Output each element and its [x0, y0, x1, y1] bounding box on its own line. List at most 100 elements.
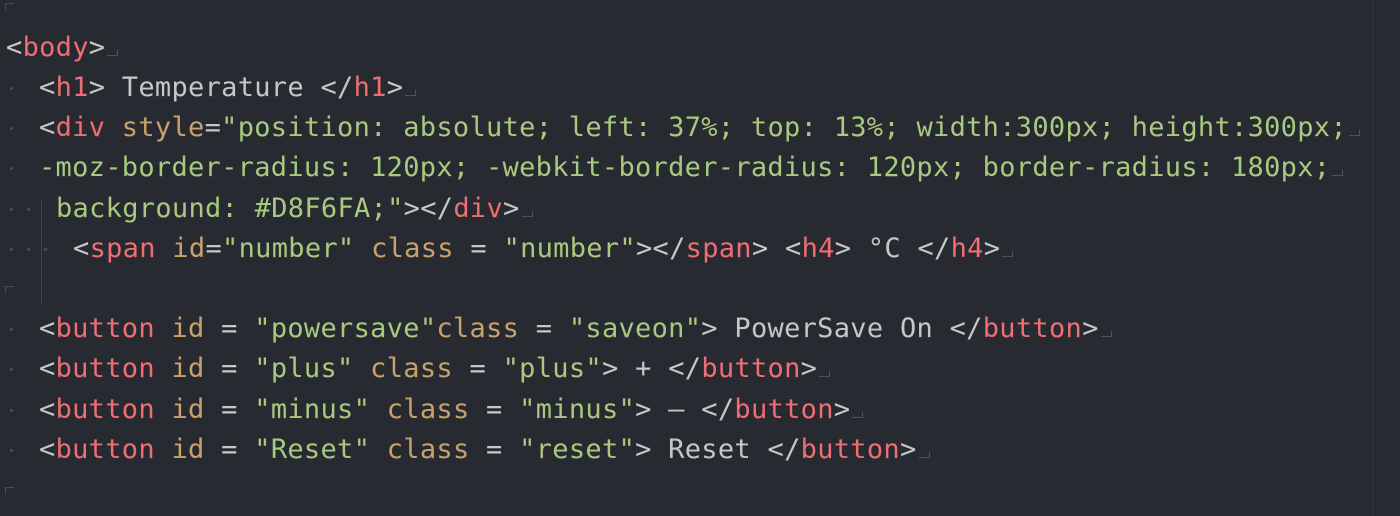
punctuation: >: [503, 193, 520, 224]
text-content: [156, 233, 173, 264]
code-line[interactable]: -moz-border-radius: 120px; -webkit-borde…: [39, 148, 1344, 188]
text-content: [768, 233, 785, 264]
whitespace-dot-icon: [10, 87, 13, 90]
punctuation: <: [39, 394, 56, 425]
indent-guide: [41, 200, 42, 304]
code-line[interactable]: <button id = "minus" class = "minus"> – …: [39, 390, 864, 430]
attribute-name: class: [370, 353, 453, 384]
line-end-marker-icon: [1348, 130, 1360, 138]
line-end-marker-icon: [521, 211, 533, 219]
whitespace-dot-icon: [27, 208, 30, 211]
punctuation: =: [204, 434, 255, 465]
attribute-name: id: [171, 353, 205, 384]
line-end-marker-icon: [107, 50, 119, 58]
punctuation: </: [949, 313, 983, 344]
string-value: "plus": [254, 353, 354, 384]
tag-name: h4: [950, 233, 984, 264]
code-line[interactable]: <button id = "Reset" class = "reset"> Re…: [39, 430, 930, 470]
punctuation: </: [701, 394, 735, 425]
punctuation: =: [204, 112, 222, 143]
punctuation: >: [701, 313, 718, 344]
text-content: [155, 394, 172, 425]
whitespace-dot-icon: [44, 248, 47, 251]
punctuation: ></: [403, 193, 454, 224]
text-content: [155, 434, 172, 465]
punctuation: =: [453, 233, 504, 264]
punctuation: >: [1082, 313, 1099, 344]
punctuation: >: [983, 233, 1001, 264]
text-content: Temperature: [105, 72, 321, 103]
whitespace-dot-icon: [10, 167, 13, 170]
text-content: Reset: [651, 434, 768, 465]
tag-name: h1: [55, 72, 89, 103]
tag-name: h1: [353, 72, 387, 103]
punctuation: =: [204, 394, 255, 425]
punctuation: >: [635, 394, 652, 425]
attribute-name: id: [171, 313, 205, 344]
line-end-marker-icon: [1332, 170, 1344, 178]
line-end-marker-icon: [819, 371, 831, 379]
string-value: background: #D8F6FA;": [56, 193, 404, 224]
attribute-name: class: [386, 434, 470, 465]
string-value: "number": [503, 233, 636, 264]
text-content: [355, 233, 372, 264]
attribute-name: style: [121, 112, 205, 143]
tag-name: button: [55, 394, 155, 425]
attribute-name: id: [172, 233, 206, 264]
punctuation: =: [204, 313, 255, 344]
punctuation: =: [519, 313, 569, 344]
punctuation: =: [204, 353, 255, 384]
punctuation: </: [917, 233, 951, 264]
code-line[interactable]: <h1> Temperature </h1>: [39, 68, 417, 108]
string-value: "powersave": [254, 313, 437, 344]
string-value: "minus": [519, 394, 636, 425]
tag-name: button: [55, 434, 155, 465]
right-margin-rule: [1372, 0, 1373, 516]
code-line[interactable]: <button id = "plus" class = "plus"> + </…: [39, 349, 831, 389]
code-line[interactable]: <span id="number" class = "number"></spa…: [73, 229, 1014, 269]
attribute-name: class: [436, 313, 520, 344]
code-editor[interactable]: <body> <h1> Temperature </h1> <div style="…: [0, 0, 1400, 516]
tag-name: button: [55, 353, 155, 384]
tag-name: button: [701, 353, 801, 384]
punctuation: >: [635, 434, 652, 465]
fold-marker-icon[interactable]: [5, 487, 14, 494]
code-line[interactable]: <button id = "powersave"class = "saveon"…: [39, 309, 1112, 349]
punctuation: >: [834, 233, 852, 264]
tag-name: button: [800, 434, 900, 465]
tag-name: h4: [801, 233, 835, 264]
string-value: -moz-border-radius: 120px; -webkit-borde…: [39, 152, 1331, 183]
punctuation: =: [452, 353, 503, 384]
tag-name: span: [89, 233, 156, 264]
punctuation: <: [6, 32, 23, 63]
punctuation: =: [469, 434, 520, 465]
whitespace-dot-icon: [10, 328, 13, 331]
text-content: [155, 353, 172, 384]
text-content: –: [651, 394, 702, 425]
fold-marker-icon[interactable]: [5, 3, 14, 10]
whitespace-dot-icon: [10, 449, 13, 452]
line-end-marker-icon: [405, 90, 417, 98]
tag-name: body: [22, 32, 89, 63]
punctuation: <: [39, 313, 56, 344]
code-line[interactable]: <body>: [6, 28, 119, 68]
code-line[interactable]: <div style="position: absolute; left: 37…: [39, 108, 1360, 148]
punctuation: <: [73, 233, 90, 264]
punctuation: <: [39, 72, 56, 103]
attribute-name: class: [386, 394, 470, 425]
string-value: "plus": [502, 353, 602, 384]
tag-name: button: [982, 313, 1083, 344]
punctuation: >: [899, 434, 917, 465]
attribute-name: id: [171, 394, 205, 425]
punctuation: ></: [635, 233, 686, 264]
tag-name: div: [55, 112, 106, 143]
attribute-name: id: [171, 434, 205, 465]
tag-name: button: [55, 313, 155, 344]
punctuation: <: [39, 112, 56, 143]
fold-marker-icon[interactable]: [5, 286, 14, 293]
tag-name: div: [453, 193, 504, 224]
string-value: "position: absolute; left: 37%; top: 13%…: [221, 112, 1347, 143]
punctuation: </: [668, 353, 702, 384]
code-line[interactable]: background: #D8F6FA;"></div>: [56, 189, 533, 229]
whitespace-dot-icon: [10, 248, 13, 251]
